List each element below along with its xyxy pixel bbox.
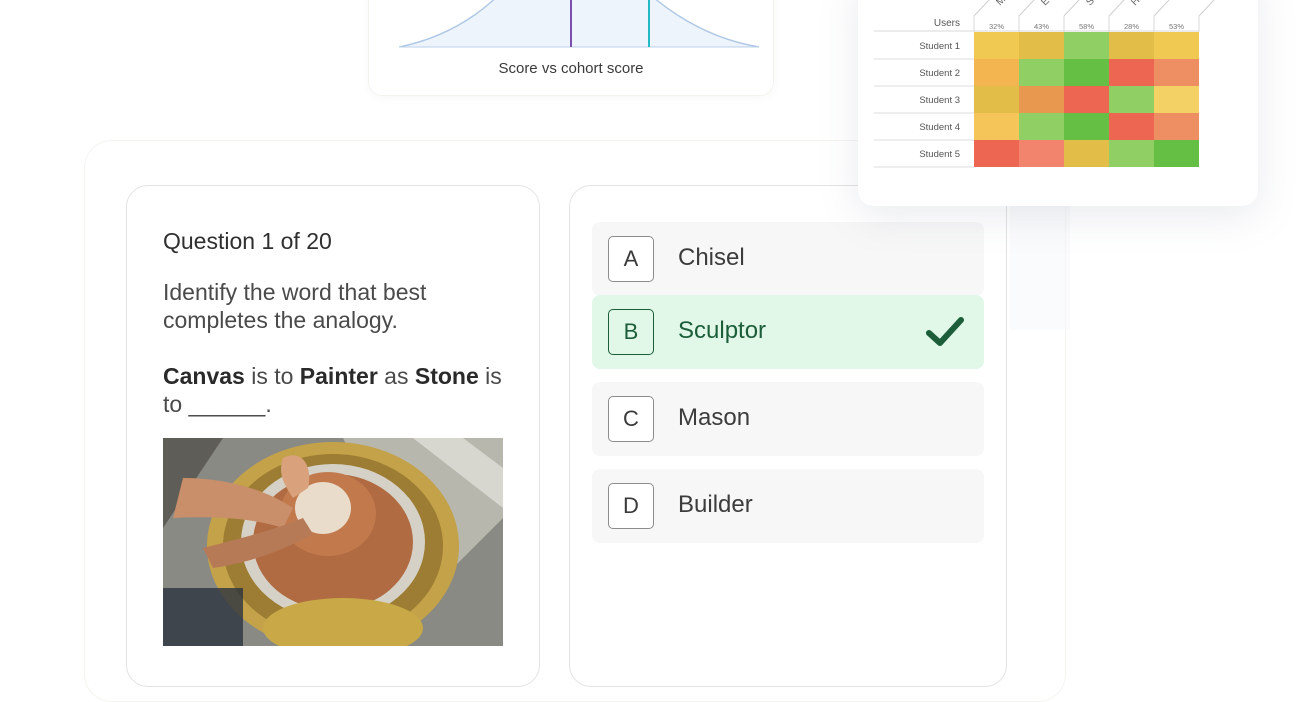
option-letter-badge: C [608, 396, 654, 442]
option-letter-badge: A [608, 236, 654, 282]
column-header-label: E [1039, 0, 1052, 8]
option-text: Chisel [678, 244, 745, 271]
analogy-word-1: Canvas [163, 363, 245, 389]
heatmap-cell [974, 32, 1019, 59]
analogy-word-3: Stone [414, 363, 479, 389]
heatmap-cell [1064, 32, 1109, 59]
heatmap-cell [1019, 86, 1064, 113]
question-card: Question 1 of 20 Identify the word that … [126, 185, 540, 687]
decorative-fade [1010, 200, 1070, 330]
option-text: Sculptor [678, 317, 767, 344]
question-number: Question 1 of 20 [163, 228, 332, 254]
option-letter-badge: B [608, 309, 654, 355]
option-letter-badge: D [608, 483, 654, 529]
option-text: Mason [678, 404, 751, 431]
column-percent-label: 28% [1124, 22, 1139, 31]
heatmap-cell [1064, 59, 1109, 86]
option-text: Builder [678, 491, 753, 518]
distribution-caption: Score vs cohort score [498, 60, 644, 77]
pottery-illustration [163, 438, 503, 646]
question-analogy: Canvas is to Painter as Stone is to ____… [163, 363, 502, 417]
answers-card: A Chisel B Sculptor C Mason D Builder [569, 185, 1007, 687]
heatmap-row-label: Student 3 [919, 95, 960, 106]
distribution-curve-fill [399, 0, 759, 47]
column-header-divider [1153, 0, 1170, 17]
heatmap-cell [1154, 113, 1199, 140]
heatmap-cell [1109, 86, 1154, 113]
heatmap-row-label: Student 5 [919, 149, 960, 160]
heatmap-cell [974, 113, 1019, 140]
heatmap-cell [1154, 140, 1199, 167]
analogy-word-2: Painter [299, 363, 378, 389]
heatmap-cell [1109, 113, 1154, 140]
heatmap-cell [974, 86, 1019, 113]
heatmap-cell [974, 59, 1019, 86]
heatmap-cell [1154, 59, 1199, 86]
answer-option-d[interactable]: D Builder [592, 469, 984, 543]
heatmap-cell [1019, 113, 1064, 140]
heatmap-cell [1154, 32, 1199, 59]
heatmap-cell [1064, 86, 1109, 113]
heatmap-cell [1109, 32, 1154, 59]
answer-option-c[interactable]: C Mason [592, 382, 984, 456]
column-header-label: M [994, 0, 1008, 8]
heatmap-row-label: Student 2 [919, 68, 960, 79]
column-percent-label: 43% [1034, 22, 1049, 31]
heatmap-row-label: Student 1 [919, 41, 960, 52]
heatmap-card: M E S H Users 32% 43% 58% 28% 53% Student 1 Student… [858, 0, 1258, 206]
column-header-label: S [1084, 0, 1097, 8]
answer-option-a[interactable]: A Chisel [592, 222, 984, 296]
heatmap-cell [1019, 140, 1064, 167]
heatmap-row-label: Student 4 [919, 122, 960, 133]
column-percent-label: 53% [1169, 22, 1184, 31]
question-prompt: Identify the word that best completes th… [163, 279, 427, 333]
pottery-wheel-photo [163, 438, 503, 646]
heatmap-cell [1109, 59, 1154, 86]
check-icon [926, 317, 964, 346]
column-header-divider [1198, 0, 1215, 17]
distribution-chart [398, 0, 760, 48]
heatmap-grid: M E S H Users 32% 43% 58% 28% 53% Student 1 Student… [874, 0, 1215, 168]
heatmap-cell [1019, 32, 1064, 59]
column-header-label: H [1129, 0, 1142, 8]
heatmap-cell [1064, 140, 1109, 167]
column-percent-label: 58% [1079, 22, 1094, 31]
heatmap-cell [1019, 59, 1064, 86]
heatmap-cell [1109, 140, 1154, 167]
heatmap-cell [974, 140, 1019, 167]
heatmap-users-header: Users [934, 18, 960, 29]
answer-option-b[interactable]: B Sculptor [592, 295, 984, 369]
distribution-chart-card: Score vs cohort score [368, 0, 774, 96]
heatmap-cell [1154, 86, 1199, 113]
heatmap-cell [1064, 113, 1109, 140]
column-percent-label: 32% [989, 22, 1004, 31]
